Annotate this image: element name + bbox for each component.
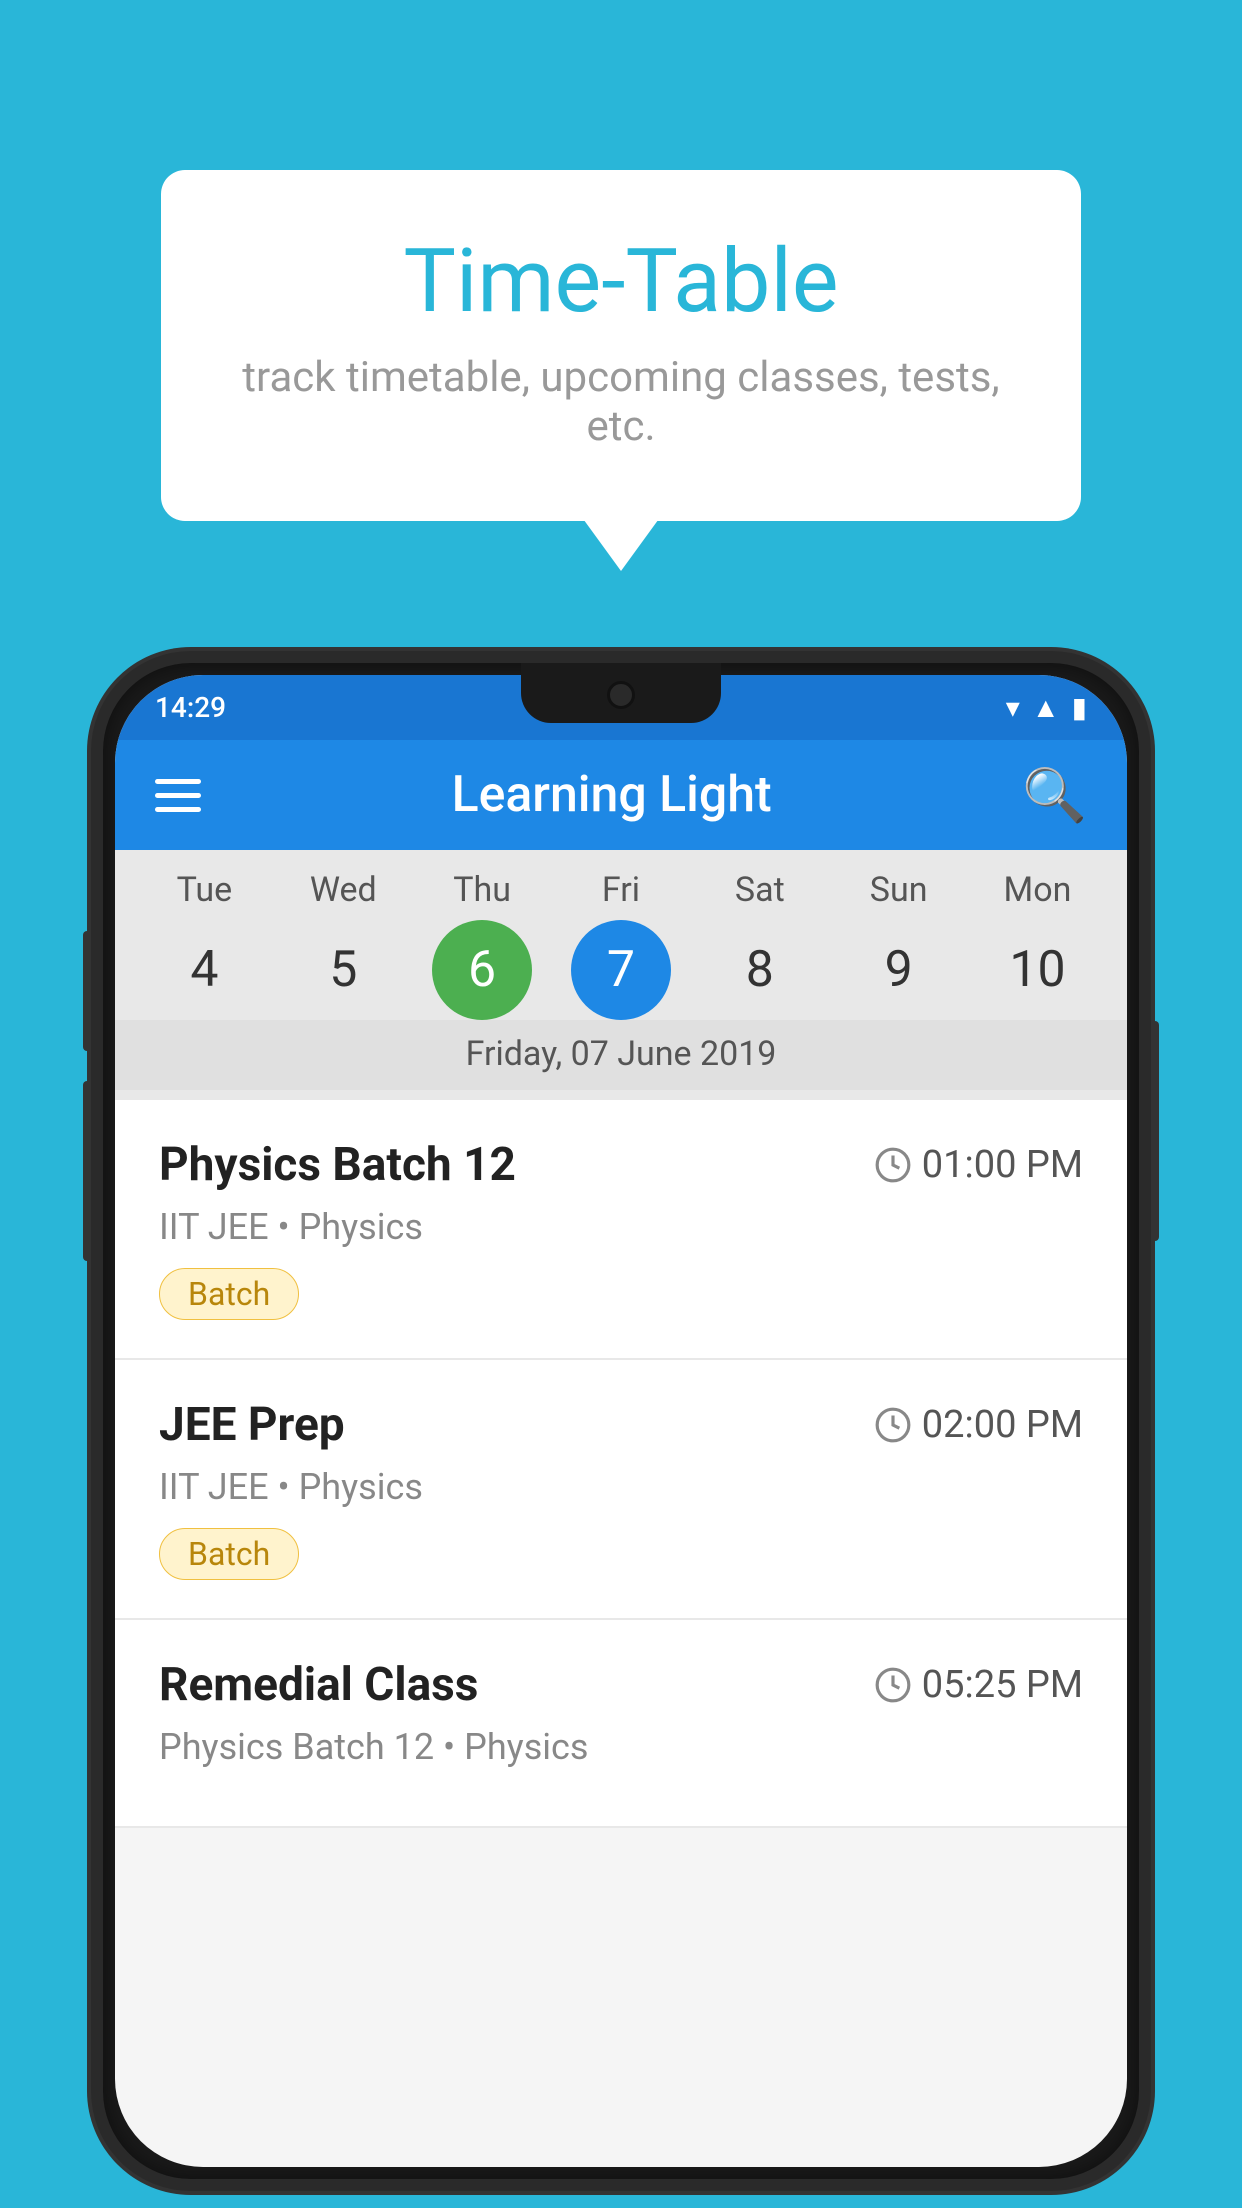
day-header-wed: Wed bbox=[293, 870, 393, 910]
selected-date-label: Friday, 07 June 2019 bbox=[115, 1020, 1127, 1090]
schedule-item-3[interactable]: Remedial Class 05:25 PM Physics Batch 12… bbox=[115, 1620, 1127, 1828]
search-icon[interactable]: 🔍 bbox=[1022, 765, 1087, 826]
day-9[interactable]: 9 bbox=[849, 920, 949, 1020]
status-time: 14:29 bbox=[155, 691, 226, 724]
day-5[interactable]: 5 bbox=[293, 920, 393, 1020]
calendar-strip: Tue Wed Thu Fri Sat Sun Mon 4 5 6 7 8 9 … bbox=[115, 850, 1127, 1100]
day-numbers: 4 5 6 7 8 9 10 bbox=[115, 920, 1127, 1020]
day-header-tue: Tue bbox=[154, 870, 254, 910]
phone-button-power bbox=[1151, 1021, 1159, 1241]
app-title: Learning Light bbox=[452, 766, 772, 824]
schedule-title-2: JEE Prep bbox=[159, 1398, 345, 1452]
batch-tag-2: Batch bbox=[159, 1528, 299, 1580]
schedule-item-1-header: Physics Batch 12 01:00 PM bbox=[159, 1138, 1083, 1192]
day-6-today[interactable]: 6 bbox=[432, 920, 532, 1020]
time-text-2: 02:00 PM bbox=[922, 1403, 1083, 1447]
status-icons: ▾ ▲ ▮ bbox=[1006, 691, 1087, 724]
speech-bubble: Time-Table track timetable, upcoming cla… bbox=[161, 170, 1081, 521]
signal-icon: ▲ bbox=[1032, 691, 1060, 724]
bubble-title: Time-Table bbox=[241, 230, 1001, 333]
schedule-list: Physics Batch 12 01:00 PM IIT JEE • Phys… bbox=[115, 1100, 1127, 1828]
schedule-time-1: 01:00 PM bbox=[874, 1143, 1083, 1187]
day-4[interactable]: 4 bbox=[154, 920, 254, 1020]
day-header-sat: Sat bbox=[710, 870, 810, 910]
time-text-1: 01:00 PM bbox=[922, 1143, 1083, 1187]
schedule-item-3-header: Remedial Class 05:25 PM bbox=[159, 1658, 1083, 1712]
phone-camera bbox=[607, 681, 635, 709]
phone-mockup: 14:29 ▾ ▲ ▮ Learning Light 🔍 bbox=[91, 651, 1151, 2191]
day-header-sun: Sun bbox=[849, 870, 949, 910]
bubble-subtitle: track timetable, upcoming classes, tests… bbox=[241, 353, 1001, 451]
phone-screen: 14:29 ▾ ▲ ▮ Learning Light 🔍 bbox=[115, 675, 1127, 2167]
schedule-subtitle-3: Physics Batch 12 • Physics bbox=[159, 1726, 1083, 1768]
time-text-3: 05:25 PM bbox=[922, 1663, 1083, 1707]
menu-line-3 bbox=[155, 807, 201, 812]
battery-icon: ▮ bbox=[1072, 691, 1087, 724]
day-header-fri: Fri bbox=[571, 870, 671, 910]
phone-notch bbox=[521, 663, 721, 723]
menu-button[interactable] bbox=[155, 779, 201, 812]
menu-line-2 bbox=[155, 793, 201, 798]
schedule-subtitle-1: IIT JEE • Physics bbox=[159, 1206, 1083, 1248]
schedule-item-1[interactable]: Physics Batch 12 01:00 PM IIT JEE • Phys… bbox=[115, 1100, 1127, 1360]
schedule-time-3: 05:25 PM bbox=[874, 1663, 1083, 1707]
day-7-selected[interactable]: 7 bbox=[571, 920, 671, 1020]
batch-tag-1: Batch bbox=[159, 1268, 299, 1320]
phone-frame: 14:29 ▾ ▲ ▮ Learning Light 🔍 bbox=[91, 651, 1151, 2191]
wifi-icon: ▾ bbox=[1006, 691, 1020, 724]
day-10[interactable]: 10 bbox=[987, 920, 1087, 1020]
clock-icon-1 bbox=[874, 1146, 912, 1184]
phone-button-volume-down bbox=[83, 1081, 91, 1261]
schedule-subtitle-2: IIT JEE • Physics bbox=[159, 1466, 1083, 1508]
schedule-title-3: Remedial Class bbox=[159, 1658, 478, 1712]
day-headers: Tue Wed Thu Fri Sat Sun Mon bbox=[115, 870, 1127, 910]
day-8[interactable]: 8 bbox=[710, 920, 810, 1020]
day-header-mon: Mon bbox=[987, 870, 1087, 910]
clock-icon-2 bbox=[874, 1406, 912, 1444]
schedule-time-2: 02:00 PM bbox=[874, 1403, 1083, 1447]
schedule-item-2-header: JEE Prep 02:00 PM bbox=[159, 1398, 1083, 1452]
day-header-thu: Thu bbox=[432, 870, 532, 910]
clock-icon-3 bbox=[874, 1666, 912, 1704]
menu-line-1 bbox=[155, 779, 201, 784]
schedule-title-1: Physics Batch 12 bbox=[159, 1138, 516, 1192]
phone-button-volume-up bbox=[83, 931, 91, 1051]
app-toolbar: Learning Light 🔍 bbox=[115, 740, 1127, 850]
schedule-item-2[interactable]: JEE Prep 02:00 PM IIT JEE • Physics Batc… bbox=[115, 1360, 1127, 1620]
